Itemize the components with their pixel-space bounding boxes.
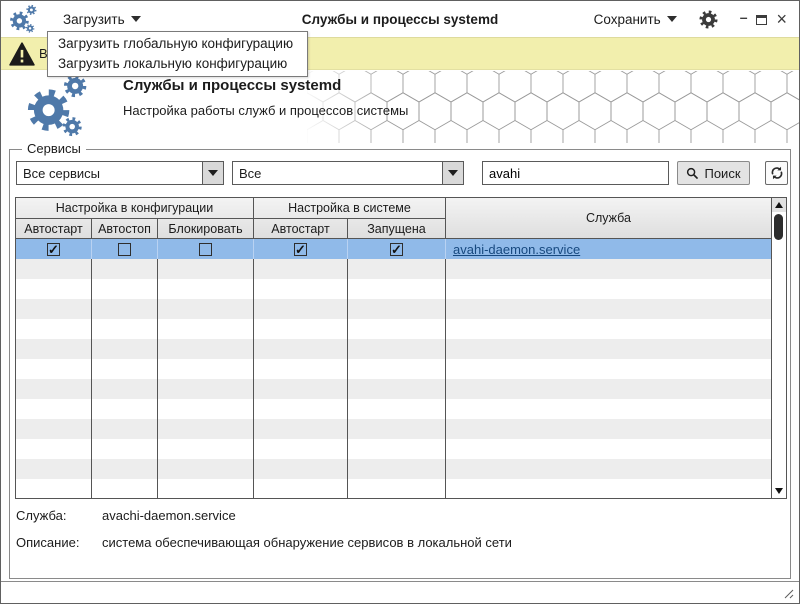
cell-service-name: avahi-daemon.service [446,239,771,259]
app-gears-icon [9,4,41,34]
header-gears-icon [13,73,109,139]
resize-grip[interactable] [782,587,794,599]
chevron-down-icon [448,170,458,176]
header-system-running: Запущена [348,219,446,239]
column-divider [91,259,92,498]
load-menu-label: Загрузить [63,12,125,27]
cell-config-autostart: ✓ [16,239,92,259]
services-table-main: Настройка в конфигурации Настройка в сис… [16,198,771,498]
header-config-group: Настройка в конфигурации [16,198,254,219]
save-menu-button[interactable]: Сохранить [586,8,685,31]
menu-item-load-local[interactable]: Загрузить локальную конфигурацию [48,54,307,74]
table-header: Настройка в конфигурации Настройка в сис… [16,198,771,239]
detail-service-label: Служба: [16,508,102,523]
header-service: Служба [446,198,771,239]
maximize-button[interactable] [756,15,767,25]
header-config-autostop: Автостоп [92,219,158,239]
load-dropdown-menu: Загрузить глобальную конфигурацию Загруз… [47,31,308,77]
column-divider [253,259,254,498]
cell-config-autostop [92,239,158,259]
table-empty-area [16,259,771,498]
header-config-block: Блокировать [158,219,254,239]
checkbox[interactable] [118,243,131,256]
load-menu-button[interactable]: Загрузить [55,8,149,31]
checkbox[interactable] [199,243,212,256]
refresh-icon [770,166,784,180]
app-window: Загрузить Службы и процессы systemd Сохр… [0,0,800,604]
column-divider [157,259,158,498]
chevron-down-icon [667,16,677,22]
vertical-scrollbar[interactable] [771,198,786,498]
combo-arrow-button[interactable] [442,162,463,184]
cell-system-autostart: ✓ [254,239,348,259]
detail-description-label: Описание: [16,535,102,550]
detail-service-row: Служба: avachi-daemon.service [16,508,512,523]
checkbox[interactable]: ✓ [47,243,60,256]
service-details: Служба: avachi-daemon.service Описание: … [16,508,512,562]
state-filter-value: Все [233,166,442,181]
header-text: Службы и процессы systemd Настройка рабо… [123,77,408,118]
header-system-autostart: Автостарт [254,219,348,239]
close-button[interactable]: × [776,12,787,26]
checkbox[interactable]: ✓ [390,243,403,256]
search-icon [686,167,699,180]
window-controls: – × [740,12,787,26]
service-filter-value: Все сервисы [17,166,202,181]
services-group-label: Сервисы [22,141,86,156]
triangle-up-icon [775,202,783,208]
detail-service-value: avachi-daemon.service [102,508,236,523]
detail-description-row: Описание: система обеспечивающая обнаруж… [16,535,512,550]
detail-description-value: система обеспечивающая обнаружение серви… [102,535,512,550]
search-button-label: Поиск [704,166,740,181]
scrollbar-down-button[interactable] [772,484,786,498]
service-link[interactable]: avahi-daemon.service [453,242,580,257]
cell-system-running: ✓ [348,239,446,259]
status-bar [1,581,799,603]
header-system-group: Настройка в системе [254,198,446,219]
refresh-button[interactable] [765,161,788,185]
column-divider [347,259,348,498]
header-config-autostart: Автостарт [16,219,92,239]
header-title: Службы и процессы systemd [123,77,408,94]
combo-arrow-button[interactable] [202,162,223,184]
service-filter-select[interactable]: Все сервисы [16,161,224,185]
titlebar-right: Сохранить – × [586,8,799,31]
state-filter-select[interactable]: Все [232,161,464,185]
services-table: Настройка в конфигурации Настройка в сис… [15,197,787,499]
warning-triangle-icon [9,42,35,66]
triangle-down-icon [775,488,783,494]
scrollbar-up-button[interactable] [772,198,786,212]
search-button[interactable]: Поиск [677,161,750,185]
page-header: Службы и процессы systemd Настройка рабо… [1,71,799,143]
table-row-selected[interactable]: ✓ ✓ ✓ avahi-daemon.service [16,239,771,259]
chevron-down-icon [208,170,218,176]
services-groupbox: Сервисы Все сервисы Все Поиск [9,149,791,579]
checkbox[interactable]: ✓ [294,243,307,256]
minimize-button[interactable]: – [740,10,748,24]
search-input[interactable] [482,161,669,185]
chevron-down-icon [131,16,141,22]
settings-gear-icon[interactable] [699,10,718,29]
save-menu-label: Сохранить [594,12,661,27]
scrollbar-thumb[interactable] [774,214,783,240]
header-subtitle: Настройка работы служб и процессов систе… [123,103,408,118]
menu-item-load-global[interactable]: Загрузить глобальную конфигурацию [48,34,307,54]
column-divider [445,259,446,498]
cell-config-block [158,239,254,259]
